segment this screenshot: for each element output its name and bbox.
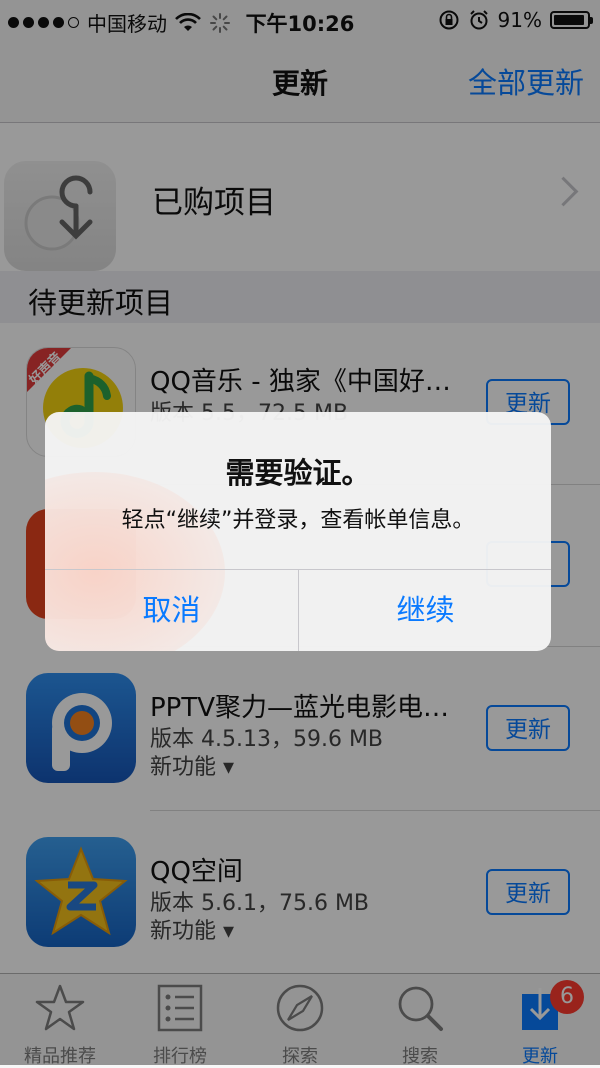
alert-title: 需要验证。 bbox=[225, 456, 371, 490]
continue-button[interactable]: 继续 bbox=[299, 570, 551, 651]
auth-required-alert: 需要验证。 轻点“继续”并登录，查看帐单信息。 取消 继续 bbox=[45, 412, 551, 651]
cancel-button[interactable]: 取消 bbox=[45, 570, 298, 651]
alert-message: 轻点“继续”并登录，查看帐单信息。 bbox=[121, 508, 475, 533]
